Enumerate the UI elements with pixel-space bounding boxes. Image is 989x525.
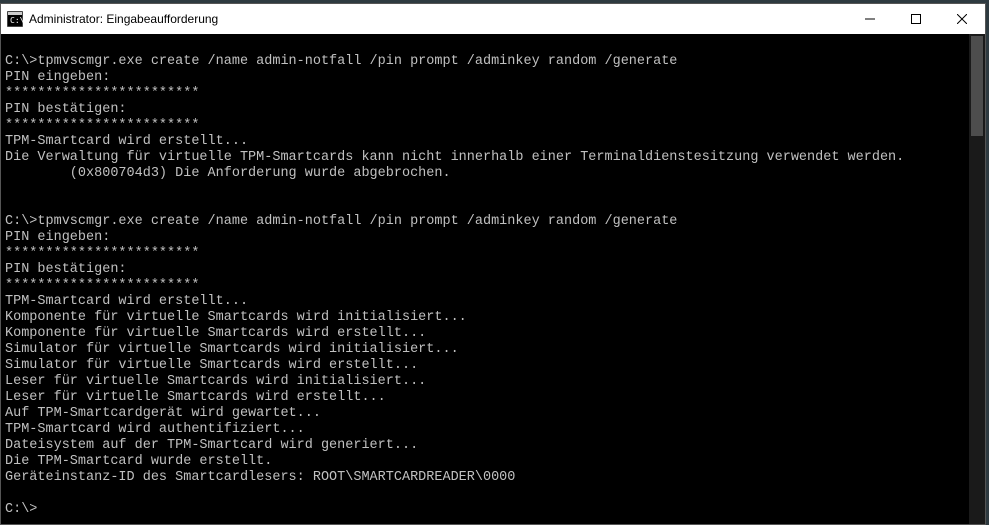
minimize-button[interactable] — [847, 4, 893, 34]
terminal-line: PIN eingeben: — [5, 70, 981, 86]
cmd-icon: C:\ — [7, 11, 23, 27]
terminal-line: ************************ — [5, 86, 981, 102]
terminal-line: TPM-Smartcard wird erstellt... — [5, 134, 981, 150]
titlebar[interactable]: C:\ Administrator: Eingabeaufforderung — [1, 4, 985, 34]
terminal-line: C:\> — [5, 502, 981, 518]
scrollbar-track[interactable] — [969, 34, 985, 524]
terminal-line: TPM-Smartcard wird authentifiziert... — [5, 422, 981, 438]
terminal-line: Komponente für virtuelle Smartcards wird… — [5, 326, 981, 342]
terminal-line — [5, 198, 981, 214]
terminal-line: Leser für virtuelle Smartcards wird erst… — [5, 390, 981, 406]
terminal-line: Simulator für virtuelle Smartcards wird … — [5, 358, 981, 374]
close-button[interactable] — [939, 4, 985, 34]
terminal-line — [5, 486, 981, 502]
terminal-line: PIN eingeben: — [5, 230, 981, 246]
terminal-line — [5, 38, 981, 54]
terminal-line: Simulator für virtuelle Smartcards wird … — [5, 342, 981, 358]
terminal-body[interactable]: C:\>tpmvscmgr.exe create /name admin-not… — [1, 34, 985, 524]
terminal-line: Geräteinstanz-ID des Smartcardlesers: RO… — [5, 470, 981, 486]
scrollbar-thumb[interactable] — [971, 36, 983, 136]
command-prompt-window: C:\ Administrator: Eingabeaufforderung C… — [0, 3, 986, 525]
terminal-line — [5, 182, 981, 198]
terminal-line: PIN bestätigen: — [5, 262, 981, 278]
window-controls — [847, 4, 985, 34]
terminal-line: ************************ — [5, 278, 981, 294]
terminal-line: Die Verwaltung für virtuelle TPM-Smartca… — [5, 150, 981, 166]
terminal-content: C:\>tpmvscmgr.exe create /name admin-not… — [1, 34, 985, 522]
terminal-line: Komponente für virtuelle Smartcards wird… — [5, 310, 981, 326]
terminal-line: Dateisystem auf der TPM-Smartcard wird g… — [5, 438, 981, 454]
window-title: Administrator: Eingabeaufforderung — [29, 12, 847, 26]
terminal-line: C:\>tpmvscmgr.exe create /name admin-not… — [5, 54, 981, 70]
terminal-line: C:\>tpmvscmgr.exe create /name admin-not… — [5, 214, 981, 230]
terminal-line: TPM-Smartcard wird erstellt... — [5, 294, 981, 310]
terminal-line: Leser für virtuelle Smartcards wird init… — [5, 374, 981, 390]
maximize-button[interactable] — [893, 4, 939, 34]
terminal-line: (0x800704d3) Die Anforderung wurde abgeb… — [5, 166, 981, 182]
terminal-line: ************************ — [5, 118, 981, 134]
terminal-line: Auf TPM-Smartcardgerät wird gewartet... — [5, 406, 981, 422]
terminal-line: Die TPM-Smartcard wurde erstellt. — [5, 454, 981, 470]
svg-text:C:\: C:\ — [10, 16, 23, 25]
terminal-line: PIN bestätigen: — [5, 102, 981, 118]
terminal-line: ************************ — [5, 246, 981, 262]
